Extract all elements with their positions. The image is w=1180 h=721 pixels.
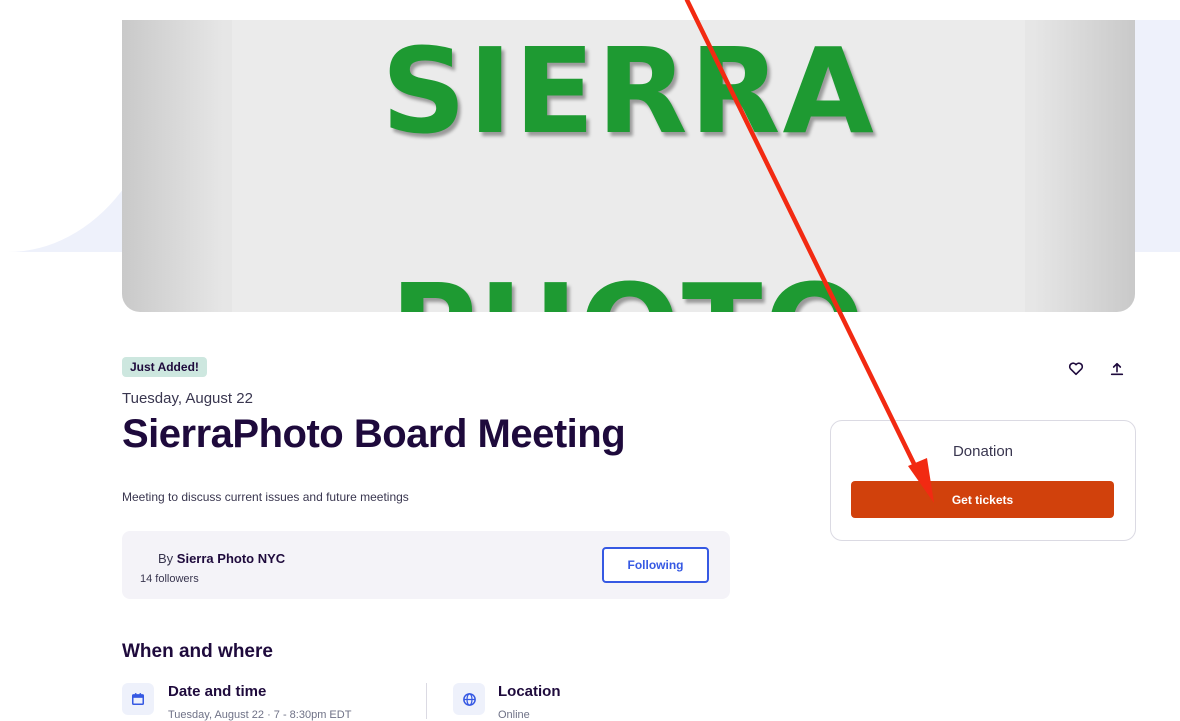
ticket-type-label: Donation [952,443,1014,460]
event-summary: Meeting to discuss current issues and fu… [122,490,409,504]
ticket-panel: Donation Get tickets [830,420,1136,541]
get-tickets-button[interactable]: Get tickets [851,481,1114,518]
hero-image-content: SIERRA PHOTO [232,20,1025,312]
hero-image-text-line1: SIERRA [381,22,876,160]
location-value: Online [498,709,530,721]
globe-icon-tile [453,683,485,715]
globe-icon [462,692,476,706]
location-label: Location [498,683,561,700]
just-added-badge: Just Added! [122,357,207,377]
organizer-by-prefix: By [158,551,174,566]
share-button[interactable] [1105,357,1129,381]
event-title: SierraPhoto Board Meeting [122,412,626,456]
share-icon [1110,362,1124,376]
organizer-name[interactable]: Sierra Photo NYC [177,551,285,566]
event-date: Tuesday, August 22 [122,390,253,407]
hero-image-text-line2: PHOTO [232,258,1025,312]
section-divider [426,683,427,719]
calendar-icon-tile [122,683,154,715]
when-and-where-heading: When and where [122,641,273,662]
event-hero-image: SIERRA PHOTO [122,20,1135,312]
calendar-icon [131,693,145,706]
organizer-card: By Sierra Photo NYC 14 followers Followi… [122,531,730,599]
like-button[interactable] [1064,357,1088,381]
heart-icon [1068,362,1084,376]
date-time-value: Tuesday, August 22 · 7 - 8:30pm EDT [168,709,352,721]
organizer-byline: By Sierra Photo NYC [158,551,285,566]
organizer-followers: 14 followers [140,573,199,585]
following-button[interactable]: Following [602,547,709,583]
date-time-label: Date and time [168,683,267,700]
